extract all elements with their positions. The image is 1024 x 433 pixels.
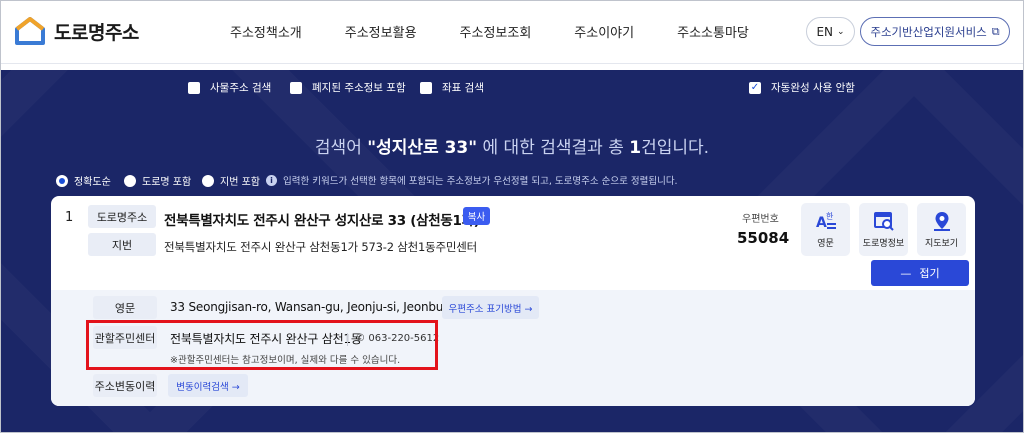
language-label: EN — [816, 24, 833, 39]
checkbox-autocomplete-checked[interactable]: ✓ — [749, 81, 761, 94]
english-address-tool[interactable]: A 한 영문 — [801, 203, 850, 256]
sort-note-text: 입력한 키워드가 선택한 항목에 포함되는 주소정보가 우선정렬 되고, 도로명… — [283, 176, 678, 187]
external-link-icon: ⧉ — [991, 24, 1000, 38]
sort-note: i 입력한 키워드가 선택한 항목에 포함되는 주소정보가 우선정렬 되고, 도… — [266, 173, 678, 187]
option-building-search-label: 사물주소 검색 — [210, 82, 272, 94]
result-card: 1 도로명주소 전북특별자치도 전주시 완산구 성지산로 33 (삼천동1가) … — [51, 196, 975, 406]
language-select[interactable]: EN ⌄ — [806, 17, 855, 46]
road-info-tool-label: 도로명정보 — [862, 239, 905, 249]
checkbox-building-search[interactable] — [188, 81, 200, 94]
industry-service-label: 주소기반산업지원서비스 — [870, 24, 987, 39]
result-summary: 검색어 "성지산로 33" 에 대한 검색결과 총 1건입니다. — [0, 133, 1024, 158]
result-index: 1 — [65, 210, 74, 225]
zip-code: 55084 — [737, 229, 790, 247]
radio-accuracy-selected[interactable] — [56, 174, 68, 187]
english-translate-icon: A 한 — [816, 212, 836, 231]
nav-item-lookup[interactable]: 주소정보조회 — [460, 22, 532, 41]
copy-button[interactable]: 복사 — [463, 207, 490, 225]
svg-text:한: 한 — [826, 212, 834, 221]
radio-road-include[interactable] — [124, 174, 136, 187]
sort-jibun-include-label: 지번 포함 — [220, 177, 260, 188]
option-autocomplete[interactable]: ✓ 자동완성 사용 안함 — [749, 80, 855, 95]
sort-jibun-include[interactable]: 지번 포함 — [202, 173, 260, 188]
option-coord-search-label: 좌표 검색 — [442, 82, 484, 94]
sort-road-include[interactable]: 도로명 포함 — [124, 173, 191, 188]
nav-item-policy[interactable]: 주소정책소개 — [230, 22, 302, 41]
collapse-label: 접기 — [919, 267, 940, 280]
road-address: 전북특별자치도 전주시 완산구 성지산로 33 (삼천동1가) — [164, 213, 480, 229]
option-autocomplete-label: 자동완성 사용 안함 — [771, 82, 855, 94]
history-search-link[interactable]: 변동이력검색 → — [168, 374, 248, 397]
minus-icon: — — [900, 266, 912, 280]
road-info-tool[interactable]: 도로명정보 — [859, 203, 908, 256]
sort-accuracy-label: 정확도순 — [74, 177, 111, 188]
radio-jibun-include[interactable] — [202, 174, 214, 187]
result-count: 1 — [629, 138, 642, 158]
checkbox-include-abolished[interactable] — [290, 81, 302, 94]
checkbox-coord-search[interactable] — [420, 81, 432, 94]
site-logo[interactable]: 도로명주소 — [14, 16, 139, 46]
option-include-abolished-label: 폐지된 주소정보 포함 — [312, 82, 406, 94]
zip-label: 우편번호 — [742, 214, 779, 225]
chevron-down-icon: ⌄ — [837, 26, 845, 37]
highlight-box — [86, 320, 438, 370]
result-suffix: 건입니다. — [641, 138, 710, 158]
main-nav: 주소정책소개 주소정보활용 주소정보조회 주소이야기 주소소통마당 — [230, 22, 792, 41]
info-icon: i — [266, 174, 277, 186]
nav-item-story[interactable]: 주소이야기 — [574, 22, 634, 41]
site-header: 도로명주소 주소정책소개 주소정보활용 주소정보조회 주소이야기 주소소통마당 … — [0, 0, 1024, 64]
map-view-tool-label: 지도보기 — [924, 239, 959, 249]
history-label: 주소변동이력 — [93, 374, 157, 397]
industry-service-button[interactable]: 주소기반산업지원서비스 ⧉ — [860, 17, 1010, 46]
nav-item-community[interactable]: 주소소통마당 — [677, 22, 749, 41]
sort-road-include-label: 도로명 포함 — [142, 177, 192, 188]
sort-accuracy[interactable]: 정확도순 — [56, 173, 111, 188]
jibun-address: 전북특별자치도 전주시 완산구 삼천동1가 573-2 삼천1동주민센터 — [164, 240, 478, 254]
english-address: 33 Seongjisan-ro, Wansan-gu, Jeonju-si, … — [170, 300, 469, 314]
english-address-tool-label: 영문 — [817, 239, 834, 249]
road-info-icon — [873, 212, 894, 231]
collapse-button[interactable]: — 접기 — [871, 260, 969, 286]
map-pin-icon — [933, 212, 950, 231]
option-building-search[interactable]: 사물주소 검색 — [188, 80, 271, 95]
nav-item-usage[interactable]: 주소정보활용 — [345, 22, 417, 41]
house-logo-icon — [14, 16, 46, 46]
road-address-label: 도로명주소 — [88, 205, 156, 228]
result-middle: 에 대한 검색결과 총 — [482, 138, 624, 158]
option-coord-search[interactable]: 좌표 검색 — [420, 80, 484, 95]
jibun-label: 지번 — [88, 233, 156, 256]
result-keyword: "성지산로 33" — [367, 138, 478, 158]
logo-text: 도로명주소 — [54, 21, 139, 44]
english-label: 영문 — [93, 296, 157, 319]
option-include-abolished[interactable]: 폐지된 주소정보 포함 — [290, 80, 406, 95]
result-prefix: 검색어 — [314, 138, 362, 158]
map-view-tool[interactable]: 지도보기 — [917, 203, 966, 256]
postal-format-link[interactable]: 우편주소 표기방법 → — [442, 296, 539, 319]
